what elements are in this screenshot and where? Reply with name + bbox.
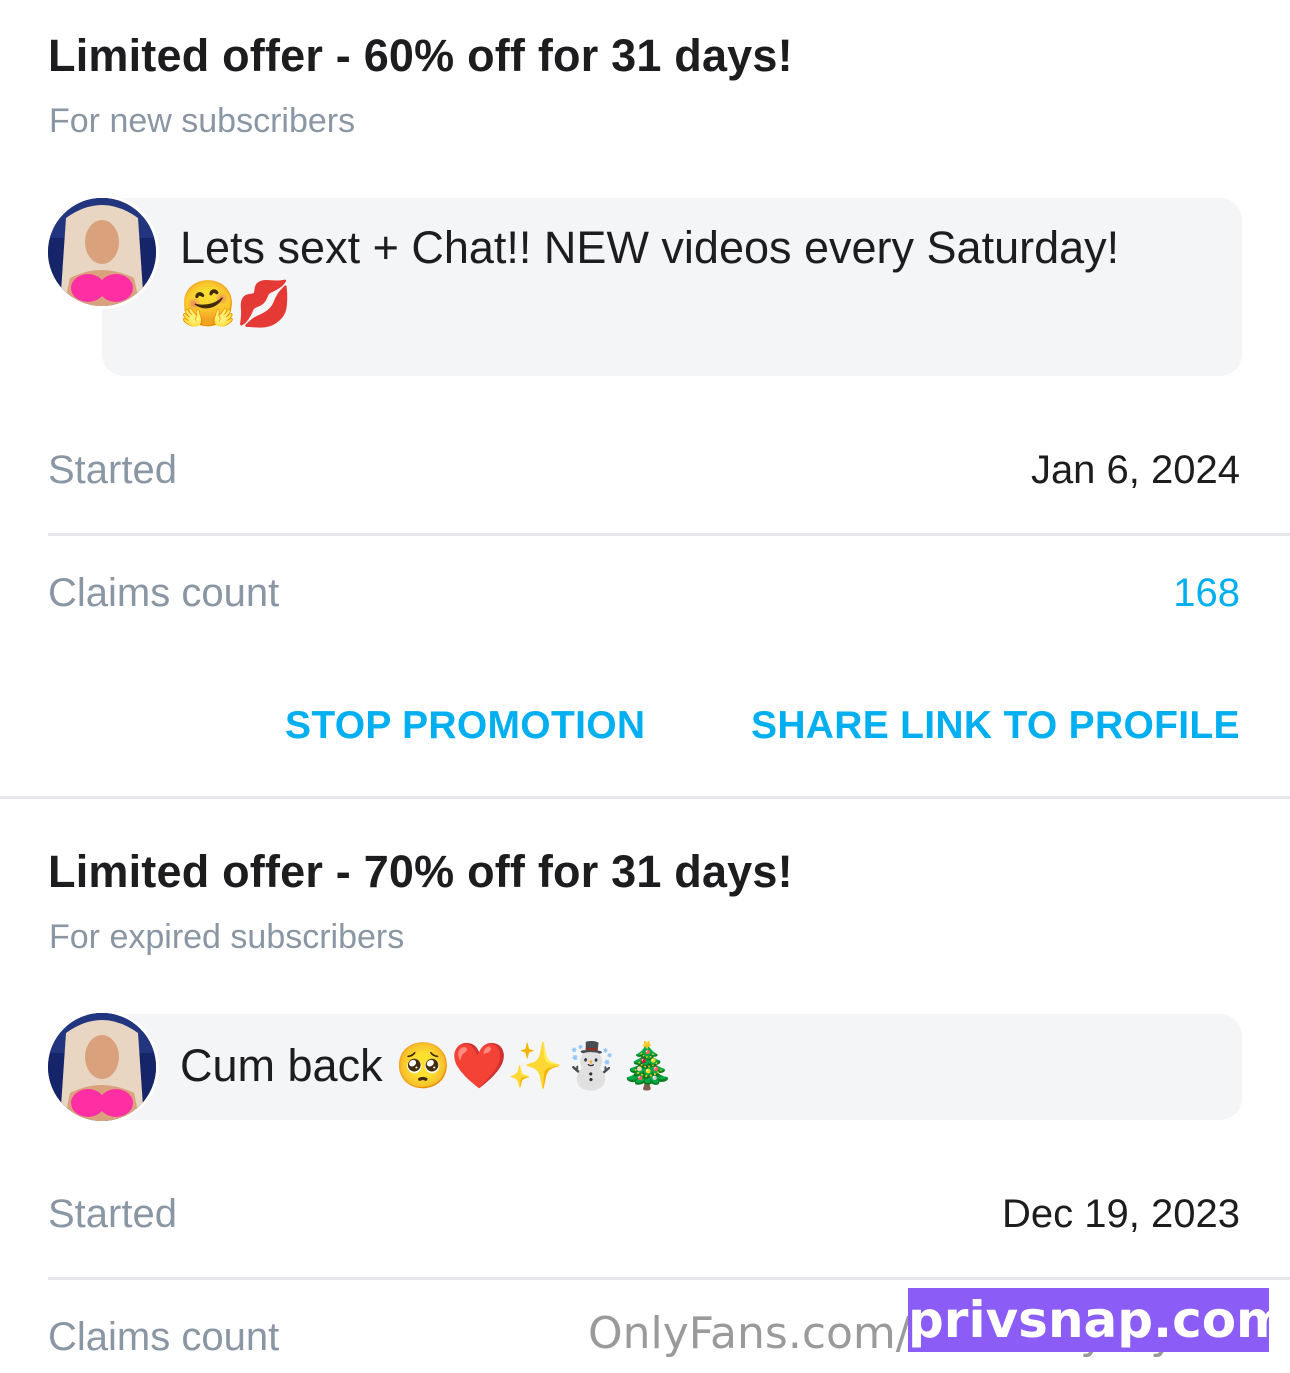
avatar-image bbox=[48, 1013, 156, 1121]
share-link-to-profile-button[interactable]: SHARE LINK TO PROFILE bbox=[751, 704, 1240, 748]
stop-promotion-button[interactable]: STOP PROMOTION bbox=[285, 704, 645, 748]
promotion-audience: For expired subscribers bbox=[49, 918, 405, 956]
snowman-emoji: ☃️ bbox=[563, 1039, 620, 1092]
row-divider bbox=[48, 1277, 1290, 1280]
sparkles-emoji: ✨ bbox=[507, 1039, 564, 1092]
started-label: Started bbox=[48, 448, 177, 492]
promotion-message: Cum back 🥺❤️✨☃️🎄 bbox=[180, 1038, 1182, 1094]
promotion-message-text: Cum back bbox=[180, 1040, 383, 1091]
hugging-face-emoji: 🤗 bbox=[180, 277, 237, 330]
claims-count-label: Claims count bbox=[48, 571, 280, 615]
promotion-message-bubble: Cum back 🥺❤️✨☃️🎄 bbox=[102, 1014, 1242, 1120]
promotion-separator bbox=[0, 796, 1290, 799]
claims-count-label: Claims count bbox=[48, 1315, 280, 1359]
started-date: Jan 6, 2024 bbox=[1030, 448, 1240, 492]
row-divider bbox=[48, 533, 1290, 536]
kiss-mark-emoji: 💋 bbox=[236, 277, 293, 330]
pleading-face-emoji: 🥺 bbox=[395, 1039, 452, 1092]
started-label: Started bbox=[48, 1192, 177, 1236]
started-date: Dec 19, 2023 bbox=[1002, 1192, 1240, 1236]
promotion-title: Limited offer - 60% off for 31 days! bbox=[48, 30, 793, 81]
privsnap-watermark: privsnap.com bbox=[908, 1288, 1288, 1352]
promotion-message-text: Lets sext + Chat!! NEW videos every Satu… bbox=[180, 222, 1120, 273]
promotion-message-bubble: Lets sext + Chat!! NEW videos every Satu… bbox=[102, 198, 1242, 376]
promotion-audience: For new subscribers bbox=[49, 102, 356, 140]
avatar[interactable] bbox=[48, 198, 156, 306]
promotion-title: Limited offer - 70% off for 31 days! bbox=[48, 846, 793, 897]
promotion-card-1: Limited offer - 60% off for 31 days! For… bbox=[0, 0, 1290, 800]
christmas-tree-emoji: 🎄 bbox=[619, 1039, 676, 1092]
claims-count-value[interactable]: 168 bbox=[1173, 571, 1240, 616]
avatar[interactable] bbox=[48, 1013, 156, 1121]
avatar-image bbox=[48, 198, 156, 306]
promotion-message: Lets sext + Chat!! NEW videos every Satu… bbox=[180, 220, 1182, 332]
red-heart-emoji: ❤️ bbox=[451, 1039, 508, 1092]
